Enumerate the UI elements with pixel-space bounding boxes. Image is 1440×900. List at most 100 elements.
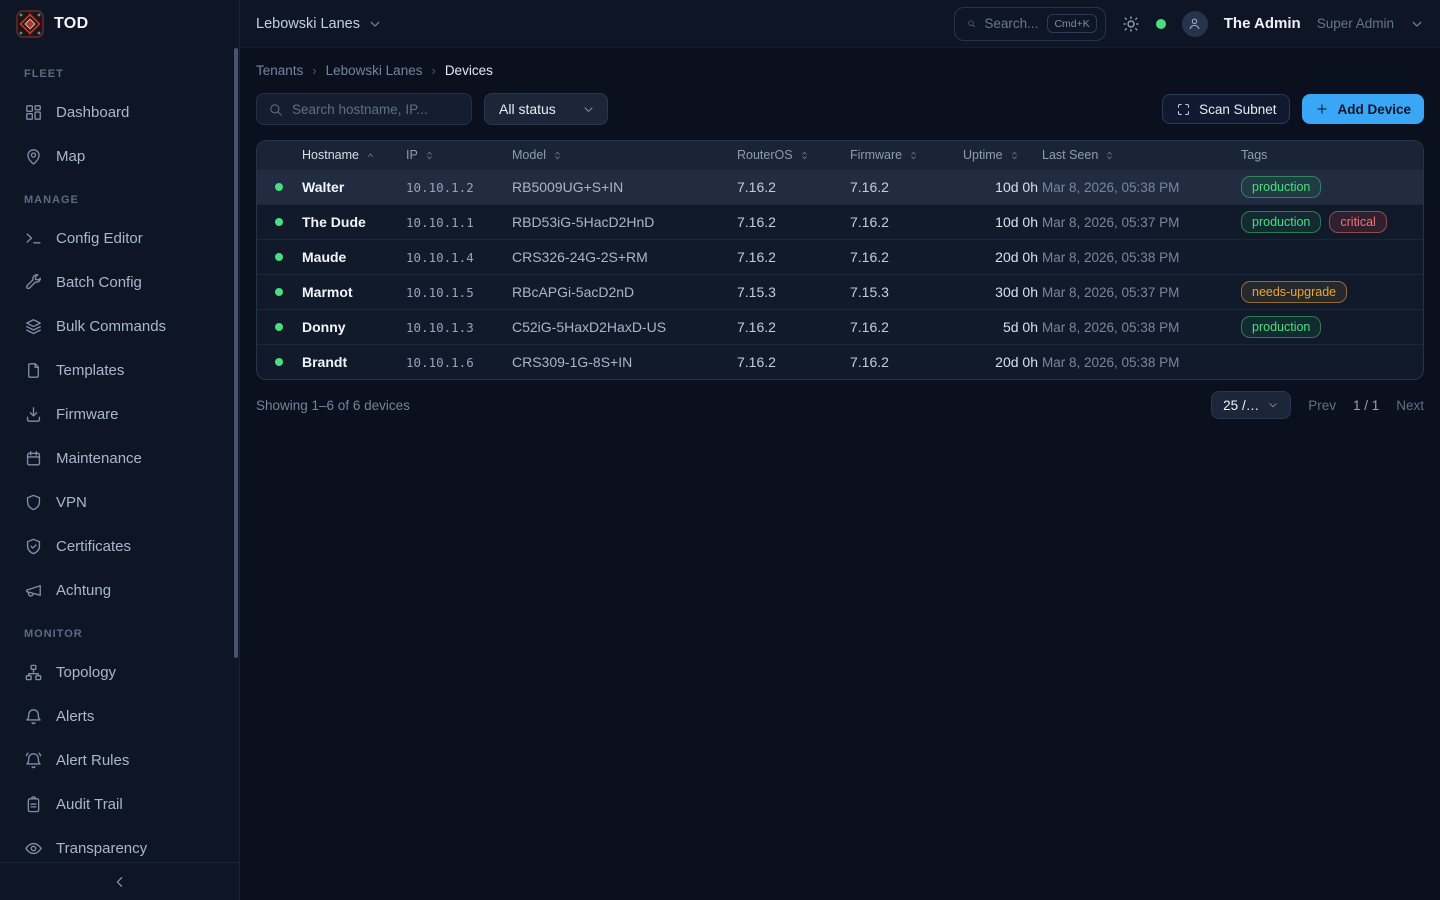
table-row-walter[interactable]: Walter10.10.1.2RB5009UG+S+IN7.16.27.16.2… [257, 169, 1423, 204]
ip-cell: 10.10.1.5 [406, 285, 512, 300]
device-search-input[interactable]: Search hostname, IP... [256, 93, 472, 125]
table-header-row: HostnameIPModelRouterOSFirmware UptimeLas… [257, 141, 1423, 169]
model-cell: RBcAPGi-5acD2nD [512, 284, 737, 300]
column-label: Firmware [850, 148, 902, 162]
keyboard-shortcut-badge: Cmd+K [1047, 14, 1096, 33]
status-filter-select[interactable]: All status [484, 93, 608, 125]
online-status-dot [275, 323, 283, 331]
sidebar-item-topology[interactable]: Topology [12, 650, 227, 694]
sidebar-item-alerts[interactable]: Alerts [12, 694, 227, 738]
table-row-the-dude[interactable]: The Dude10.10.1.1RBD53iG-5HacD2HnD7.16.2… [257, 204, 1423, 239]
column-header-last-seen[interactable]: Last Seen [1042, 148, 1241, 162]
status-cell [257, 358, 290, 366]
breadcrumb-tenants[interactable]: Tenants [256, 63, 303, 78]
column-label: Tags [1241, 148, 1267, 162]
main-content: Tenants › Lebowski Lanes › Devices Searc… [240, 48, 1440, 900]
firmware-cell: 7.15.3 [850, 284, 963, 300]
table-row-maude[interactable]: Maude10.10.1.4CRS326-24G-2S+RM7.16.27.16… [257, 239, 1423, 274]
status-cell [257, 323, 290, 331]
chevron-down-icon [368, 17, 382, 31]
theme-toggle-button[interactable] [1122, 15, 1140, 33]
chevron-left-icon [112, 874, 128, 890]
sidebar-item-config-editor[interactable]: Config Editor [12, 216, 227, 260]
sidebar-item-alert-rules[interactable]: Alert Rules [12, 738, 227, 782]
device-search-placeholder: Search hostname, IP... [292, 102, 428, 117]
user-menu-chevron-icon[interactable] [1410, 17, 1424, 31]
sidebar-item-templates[interactable]: Templates [12, 348, 227, 392]
megaphone-icon [24, 581, 43, 600]
breadcrumb: Tenants › Lebowski Lanes › Devices [256, 63, 1424, 78]
sort-both-icon [799, 150, 810, 161]
last-seen-cell: Mar 8, 2026, 05:37 PM [1042, 215, 1241, 230]
table-row-donny[interactable]: Donny10.10.1.3C52iG-5HaxD2HaxD-US7.16.27… [257, 309, 1423, 344]
scan-subnet-button[interactable]: Scan Subnet [1162, 94, 1290, 124]
connection-status-dot [1156, 19, 1166, 29]
tenant-switcher[interactable]: Lebowski Lanes [256, 16, 382, 32]
model-cell: RBD53iG-5HacD2HnD [512, 214, 737, 230]
uptime-cell: 20d 0h [963, 249, 1042, 265]
sort-both-icon [908, 150, 919, 161]
search-icon [268, 102, 283, 117]
routeros-cell: 7.16.2 [737, 354, 850, 370]
next-page-button[interactable]: Next [1396, 398, 1424, 413]
calendar-icon [24, 449, 43, 468]
firmware-cell: 7.16.2 [850, 179, 963, 195]
prev-page-button[interactable]: Prev [1308, 398, 1336, 413]
chevron-down-icon [582, 103, 595, 116]
last-seen-cell: Mar 8, 2026, 05:37 PM [1042, 285, 1241, 300]
sidebar-item-label: Map [56, 148, 85, 165]
column-header-firmware[interactable]: Firmware [850, 148, 963, 162]
sidebar-item-label: Dashboard [56, 104, 129, 121]
shield-check-icon [24, 537, 43, 556]
sidebar-item-audit-trail[interactable]: Audit Trail [12, 782, 227, 826]
breadcrumb-tenant-name[interactable]: Lebowski Lanes [326, 63, 423, 78]
sidebar-item-label: Alerts [56, 708, 94, 725]
avatar[interactable] [1182, 11, 1208, 37]
column-header-ip[interactable]: IP [406, 148, 512, 162]
sidebar-item-firmware[interactable]: Firmware [12, 392, 227, 436]
uptime-cell: 5d 0h [963, 319, 1042, 335]
clipboard-icon [24, 795, 43, 814]
hostname-cell: Brandt [290, 354, 406, 370]
status-cell [257, 218, 290, 226]
download-icon [24, 405, 43, 424]
column-header-routeros[interactable]: RouterOS [737, 148, 850, 162]
page-size-select[interactable]: 25 /… [1211, 391, 1291, 419]
add-device-button[interactable]: Add Device [1302, 94, 1424, 124]
last-seen-cell: Mar 8, 2026, 05:38 PM [1042, 320, 1241, 335]
column-header-uptime[interactable]: Uptime [963, 148, 1042, 162]
column-header-model[interactable]: Model [512, 148, 737, 162]
table-row-marmot[interactable]: Marmot10.10.1.5RBcAPGi-5acD2nD7.15.37.15… [257, 274, 1423, 309]
sidebar-item-batch-config[interactable]: Batch Config [12, 260, 227, 304]
sidebar-item-vpn[interactable]: VPN [12, 480, 227, 524]
firmware-cell: 7.16.2 [850, 319, 963, 335]
last-seen-cell: Mar 8, 2026, 05:38 PM [1042, 355, 1241, 370]
sort-both-icon [552, 150, 563, 161]
sidebar-item-label: Config Editor [56, 230, 143, 247]
hostname-cell: Walter [290, 179, 406, 195]
sidebar-item-label: Audit Trail [56, 796, 123, 813]
sidebar-section-label-monitor: MONITOR [12, 612, 227, 650]
device-toolbar: Search hostname, IP... All status Scan S… [256, 93, 1424, 125]
layers-icon [24, 317, 43, 336]
status-cell [257, 253, 290, 261]
sidebar-collapse-button[interactable] [0, 862, 239, 900]
sidebar-item-certificates[interactable]: Certificates [12, 524, 227, 568]
sidebar-item-maintenance[interactable]: Maintenance [12, 436, 227, 480]
routeros-cell: 7.16.2 [737, 319, 850, 335]
column-header-hostname[interactable]: Hostname [290, 148, 406, 162]
routeros-cell: 7.16.2 [737, 214, 850, 230]
online-status-dot [275, 183, 283, 191]
user-name: The Admin [1224, 15, 1301, 32]
sidebar-item-dashboard[interactable]: Dashboard [12, 90, 227, 134]
tags-cell: needs-upgrade [1241, 281, 1423, 303]
table-row-brandt[interactable]: Brandt10.10.1.6CRS309-1G-8S+IN7.16.27.16… [257, 344, 1423, 379]
sidebar-item-bulk-commands[interactable]: Bulk Commands [12, 304, 227, 348]
sidebar-scrollbar[interactable] [234, 48, 238, 658]
add-device-label: Add Device [1337, 102, 1411, 117]
global-search-input[interactable]: Search... Cmd+K [954, 7, 1106, 41]
sidebar-item-achtung[interactable]: Achtung [12, 568, 227, 612]
hostname-cell: Donny [290, 319, 406, 335]
sidebar-item-map[interactable]: Map [12, 134, 227, 178]
status-cell [257, 183, 290, 191]
